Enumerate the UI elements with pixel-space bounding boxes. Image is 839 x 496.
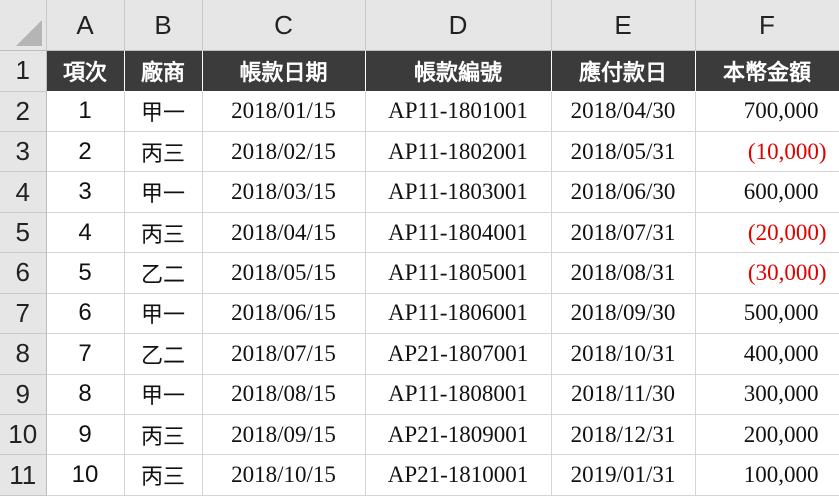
cell-amount[interactable]: 200,000 <box>695 414 839 456</box>
cell-date[interactable]: 2018/02/15 <box>202 131 366 173</box>
table-row: 9 8 甲一 2018/08/15 AP11-1808001 2018/11/30 300,… <box>0 374 839 416</box>
column-header-a[interactable]: A <box>46 0 125 52</box>
cell-id[interactable]: AP11-1801001 <box>365 91 552 132</box>
cell-amount[interactable]: 100,000 <box>695 454 839 496</box>
table-row: 2 1 甲一 2018/01/15 AP11-1801001 2018/04/30 700,… <box>0 91 839 132</box>
table-row: 7 6 甲一 2018/06/15 AP11-1806001 2018/09/30 500,… <box>0 293 839 335</box>
cell-due[interactable]: 2018/11/30 <box>551 374 696 416</box>
cell-amount[interactable]: (20,000) <box>695 212 839 254</box>
cell-amount[interactable]: 300,000 <box>695 374 839 416</box>
cell-id[interactable]: AP11-1804001 <box>365 212 552 254</box>
column-header-e[interactable]: E <box>551 0 696 52</box>
cell-amount[interactable]: 400,000 <box>695 333 839 375</box>
cell-item[interactable]: 3 <box>46 171 125 213</box>
header-cell-item[interactable]: 項次 <box>46 50 125 92</box>
cell-id[interactable]: AP11-1808001 <box>365 374 552 416</box>
column-header-f[interactable]: F <box>695 0 839 52</box>
row-header[interactable]: 10 <box>0 414 47 456</box>
row-header[interactable]: 6 <box>0 252 47 294</box>
cell-item[interactable]: 7 <box>46 333 125 375</box>
row-header[interactable]: 9 <box>0 374 47 416</box>
cell-due[interactable]: 2018/08/31 <box>551 252 696 294</box>
row-header[interactable]: 2 <box>0 91 47 132</box>
cell-due[interactable]: 2018/10/31 <box>551 333 696 375</box>
column-header-c[interactable]: C <box>202 0 366 52</box>
cell-date[interactable]: 2018/10/15 <box>202 454 366 496</box>
cell-date[interactable]: 2018/08/15 <box>202 374 366 416</box>
cell-amount[interactable]: 500,000 <box>695 293 839 335</box>
cell-item[interactable]: 10 <box>46 454 125 496</box>
cell-due[interactable]: 2018/04/30 <box>551 91 696 132</box>
table-row: 3 2 丙三 2018/02/15 AP11-1802001 2018/05/31 (10,… <box>0 131 839 173</box>
cell-item[interactable]: 4 <box>46 212 125 254</box>
header-cell-amount[interactable]: 本幣金額 <box>695 50 839 92</box>
cell-vendor[interactable]: 甲一 <box>124 374 203 416</box>
cell-date[interactable]: 2018/01/15 <box>202 91 366 132</box>
cell-vendor[interactable]: 甲一 <box>124 91 203 132</box>
cell-id[interactable]: AP11-1802001 <box>365 131 552 173</box>
cell-vendor[interactable]: 丙三 <box>124 212 203 254</box>
column-header-row: A B C D E F <box>0 0 839 52</box>
cell-item[interactable]: 5 <box>46 252 125 294</box>
cell-vendor[interactable]: 甲一 <box>124 171 203 213</box>
cell-vendor[interactable]: 丙三 <box>124 131 203 173</box>
cell-item[interactable]: 6 <box>46 293 125 335</box>
row-header[interactable]: 4 <box>0 171 47 213</box>
cell-due[interactable]: 2019/01/31 <box>551 454 696 496</box>
cell-date[interactable]: 2018/04/15 <box>202 212 366 254</box>
cell-date[interactable]: 2018/06/15 <box>202 293 366 335</box>
cell-date[interactable]: 2018/03/15 <box>202 171 366 213</box>
header-cell-id[interactable]: 帳款編號 <box>365 50 552 92</box>
row-header[interactable]: 5 <box>0 212 47 254</box>
header-cell-due[interactable]: 應付款日 <box>551 50 696 92</box>
cell-vendor[interactable]: 丙三 <box>124 454 203 496</box>
spreadsheet-grid: A B C D E F 1 項次 廠商 帳款日期 帳款編號 應付款日 本幣金額 … <box>0 0 839 496</box>
cell-due[interactable]: 2018/05/31 <box>551 131 696 173</box>
cell-due[interactable]: 2018/09/30 <box>551 293 696 335</box>
table-row: 8 7 乙二 2018/07/15 AP21-1807001 2018/10/31 400,… <box>0 333 839 375</box>
column-header-d[interactable]: D <box>365 0 552 52</box>
cell-date[interactable]: 2018/05/15 <box>202 252 366 294</box>
cell-id[interactable]: AP11-1803001 <box>365 171 552 213</box>
table-row: 10 9 丙三 2018/09/15 AP21-1809001 2018/12/31 200… <box>0 414 839 456</box>
cell-vendor[interactable]: 乙二 <box>124 252 203 294</box>
cell-vendor[interactable]: 乙二 <box>124 333 203 375</box>
cell-due[interactable]: 2018/12/31 <box>551 414 696 456</box>
table-row: 11 10 丙三 2018/10/15 AP21-1810001 2019/01/31 10… <box>0 454 839 496</box>
cell-item[interactable]: 8 <box>46 374 125 416</box>
cell-due[interactable]: 2018/06/30 <box>551 171 696 213</box>
table-header-row: 1 項次 廠商 帳款日期 帳款編號 應付款日 本幣金額 <box>0 50 839 92</box>
cell-amount[interactable]: (10,000) <box>695 131 839 173</box>
table-row: 6 5 乙二 2018/05/15 AP11-1805001 2018/08/31 (30,… <box>0 252 839 294</box>
cell-amount[interactable]: (30,000) <box>695 252 839 294</box>
header-cell-date[interactable]: 帳款日期 <box>202 50 366 92</box>
cell-id[interactable]: AP21-1810001 <box>365 454 552 496</box>
select-all-button[interactable] <box>0 0 47 52</box>
cell-id[interactable]: AP11-1806001 <box>365 293 552 335</box>
column-header-b[interactable]: B <box>124 0 203 52</box>
cell-item[interactable]: 2 <box>46 131 125 173</box>
table-row: 4 3 甲一 2018/03/15 AP11-1803001 2018/06/30 600,… <box>0 171 839 213</box>
row-header[interactable]: 3 <box>0 131 47 173</box>
cell-id[interactable]: AP21-1807001 <box>365 333 552 375</box>
cell-amount[interactable]: 700,000 <box>695 91 839 132</box>
row-header[interactable]: 8 <box>0 333 47 375</box>
cell-amount[interactable]: 600,000 <box>695 171 839 213</box>
cell-date[interactable]: 2018/09/15 <box>202 414 366 456</box>
row-header[interactable]: 1 <box>0 50 47 92</box>
cell-due[interactable]: 2018/07/31 <box>551 212 696 254</box>
cell-id[interactable]: AP11-1805001 <box>365 252 552 294</box>
table-row: 5 4 丙三 2018/04/15 AP11-1804001 2018/07/31 (20,… <box>0 212 839 254</box>
select-all-triangle-icon <box>15 20 42 47</box>
cell-vendor[interactable]: 甲一 <box>124 293 203 335</box>
cell-id[interactable]: AP21-1809001 <box>365 414 552 456</box>
row-header[interactable]: 11 <box>0 454 47 496</box>
cell-item[interactable]: 1 <box>46 91 125 132</box>
cell-vendor[interactable]: 丙三 <box>124 414 203 456</box>
cell-item[interactable]: 9 <box>46 414 125 456</box>
cell-date[interactable]: 2018/07/15 <box>202 333 366 375</box>
header-cell-vendor[interactable]: 廠商 <box>124 50 203 92</box>
row-header[interactable]: 7 <box>0 293 47 335</box>
